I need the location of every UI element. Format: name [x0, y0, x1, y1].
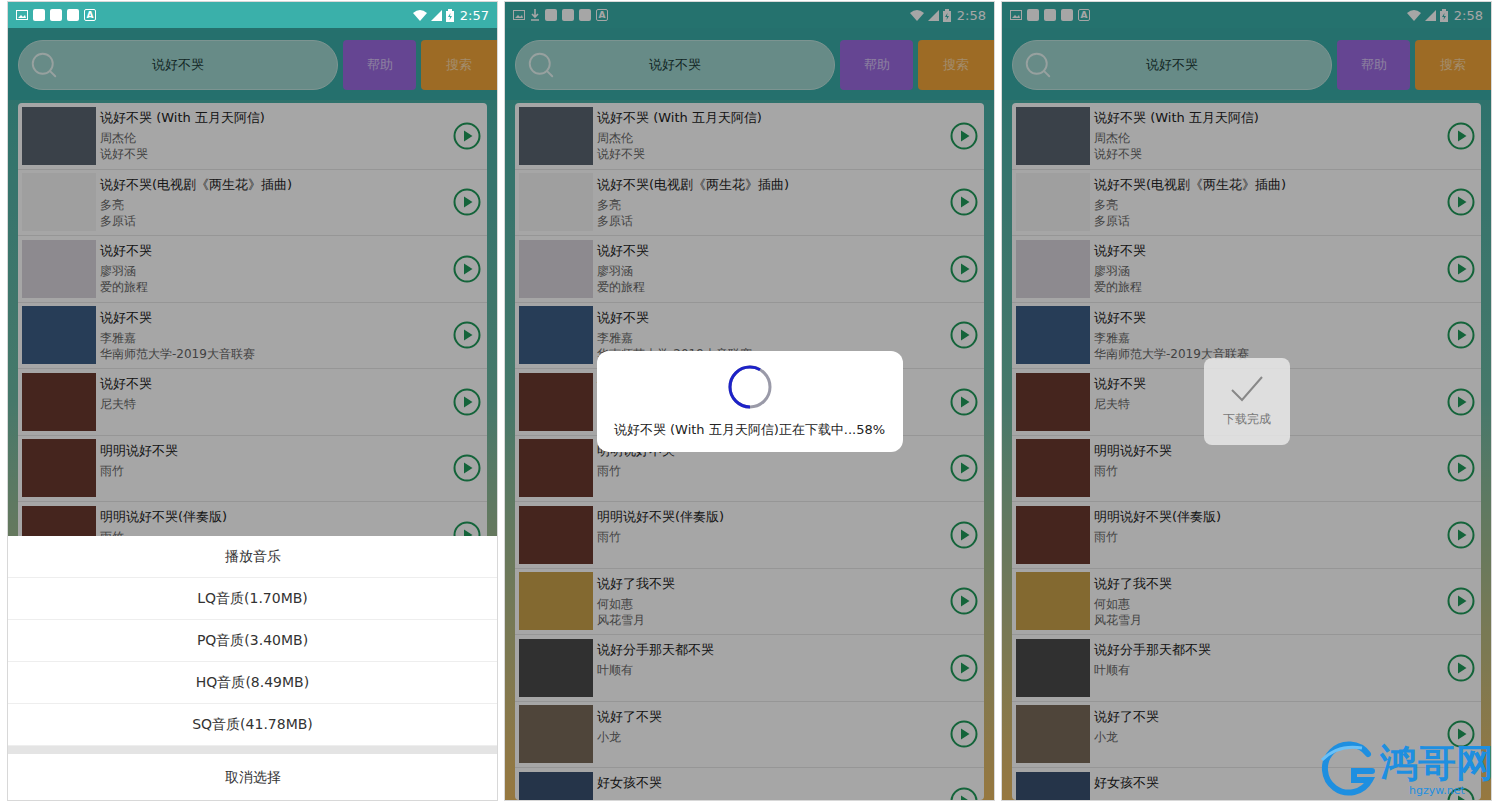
sheet-option[interactable]: SQ音质(41.78MB) — [8, 704, 497, 746]
download-dialog: 说好不哭 (With 五月天阿信)正在下载中...58% — [597, 351, 903, 452]
logo-icon — [1318, 740, 1376, 798]
download-text: 说好不哭 (With 五月天阿信)正在下载中...58% — [614, 420, 885, 440]
spinner-icon — [725, 362, 775, 412]
sheet-option[interactable]: PQ音质(3.40MB) — [8, 620, 497, 662]
notification-icon — [67, 9, 79, 21]
sheet-option[interactable]: 播放音乐 — [8, 536, 497, 578]
page: A2:57说好不哭帮助搜索说好不哭 (With 五月天阿信)周杰伦说好不哭说好不… — [0, 0, 1500, 802]
wifi-icon — [413, 10, 427, 21]
phone-screen: A2:57说好不哭帮助搜索说好不哭 (With 五月天阿信)周杰伦说好不哭说好不… — [7, 1, 498, 801]
phone-screen: A2:58说好不哭帮助搜索说好不哭 (With 五月天阿信)周杰伦说好不哭说好不… — [1001, 1, 1492, 801]
watermark-name: 鸿哥网 — [1380, 742, 1494, 784]
watermark: 鸿哥网hgzyw.net — [1318, 740, 1494, 798]
battery-icon — [446, 9, 454, 22]
notification-icon — [33, 9, 45, 21]
toast: 下载完成 — [1204, 358, 1290, 445]
status-bar: A 2:57 — [8, 2, 497, 28]
phone-screen: A2:58说好不哭帮助搜索说好不哭 (With 五月天阿信)周杰伦说好不哭说好不… — [504, 1, 995, 801]
watermark-url: hgzyw.net — [1409, 784, 1465, 797]
image-icon — [16, 10, 28, 20]
notification-glyph: A — [84, 9, 96, 21]
sheet-option[interactable]: HQ音质(8.49MB) — [8, 662, 497, 704]
signal-icon — [431, 10, 442, 21]
toast-text: 下载完成 — [1223, 410, 1271, 428]
check-icon — [1229, 374, 1265, 404]
cancel-button[interactable]: 取消选择 — [8, 754, 497, 800]
notification-icon — [50, 9, 62, 21]
clock: 2:57 — [460, 9, 489, 22]
quality-sheet: 播放音乐LQ音质(1.70MB)PQ音质(3.40MB)HQ音质(8.49MB)… — [8, 536, 497, 800]
sheet-option[interactable]: LQ音质(1.70MB) — [8, 578, 497, 620]
